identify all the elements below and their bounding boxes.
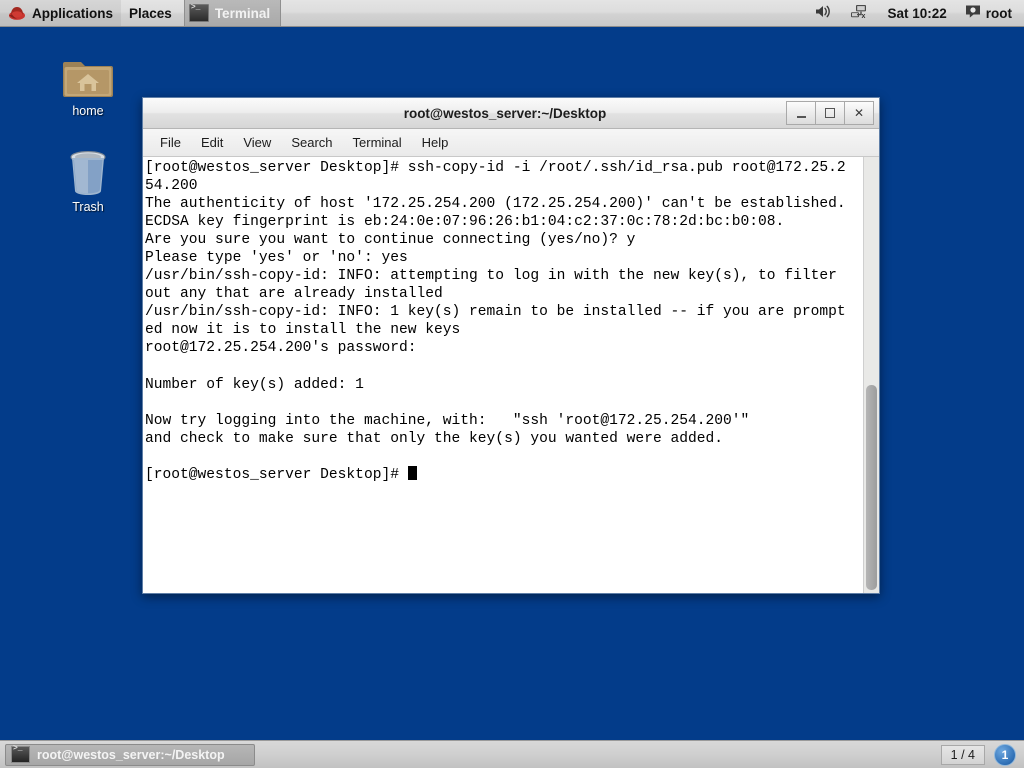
home-folder-icon	[45, 48, 131, 100]
bottom-panel: root@westos_server:~/Desktop 1 / 4 1	[0, 740, 1024, 768]
trash-can-icon	[45, 144, 131, 196]
panel-task-terminal[interactable]: Terminal	[183, 0, 282, 26]
volume-speaker-icon	[815, 4, 832, 22]
menu-view[interactable]: View	[234, 132, 280, 153]
desktop-icon-trash[interactable]: Trash	[45, 144, 131, 214]
applications-menu[interactable]: Applications	[0, 0, 122, 26]
terminal-scrollbar[interactable]	[863, 157, 879, 593]
menu-edit[interactable]: Edit	[192, 132, 232, 153]
workspace-count[interactable]: 1 / 4	[940, 744, 985, 765]
desktop-icon-home-label: home	[72, 104, 104, 118]
user-menu[interactable]: root	[961, 4, 1016, 22]
maximize-icon	[825, 108, 835, 118]
window-controls: ✕	[786, 101, 879, 125]
applications-menu-label: Applications	[32, 5, 114, 21]
panel-window-list: Terminal	[183, 0, 282, 26]
minimize-button[interactable]	[786, 101, 816, 125]
terminal-window: root@westos_server:~/Desktop ✕ File Edit…	[142, 97, 880, 594]
workspace-switcher: 1 / 4 1	[940, 743, 1024, 766]
desktop-icon-home[interactable]: home	[45, 48, 131, 118]
window-titlebar[interactable]: root@westos_server:~/Desktop ✕	[143, 98, 879, 129]
terminal-scrollbar-thumb[interactable]	[866, 385, 877, 590]
top-panel: Applications Places Terminal	[0, 0, 1024, 27]
user-menu-label: root	[985, 5, 1012, 21]
minimize-icon	[796, 115, 806, 118]
svg-text:x: x	[862, 13, 866, 19]
user-account-icon	[965, 4, 981, 22]
terminal-output[interactable]: [root@westos_server Desktop]# ssh-copy-i…	[143, 157, 863, 593]
network-disconnected-icon: x	[850, 4, 869, 22]
network-tray-item[interactable]: x	[846, 4, 873, 22]
clock-label: Sat 10:22	[887, 5, 947, 21]
workspace-badge[interactable]: 1	[994, 743, 1016, 766]
window-title: root@westos_server:~/Desktop	[403, 105, 607, 121]
menubar: File Edit View Search Terminal Help	[143, 129, 879, 157]
terminal-scrollback: [root@westos_server Desktop]# ssh-copy-i…	[145, 160, 846, 447]
volume-tray-item[interactable]	[811, 4, 836, 22]
places-menu[interactable]: Places	[121, 0, 180, 26]
redhat-logo-icon	[8, 5, 26, 21]
taskbar-item-terminal-label: root@westos_server:~/Desktop	[37, 747, 225, 762]
clock[interactable]: Sat 10:22	[883, 6, 950, 21]
panel-task-terminal-label: Terminal	[214, 5, 271, 21]
panel-spacer	[281, 0, 811, 26]
close-button[interactable]: ✕	[844, 101, 874, 125]
terminal-icon	[188, 3, 209, 22]
maximize-button[interactable]	[815, 101, 845, 125]
desktop-icon-trash-label: Trash	[72, 200, 104, 214]
menu-search[interactable]: Search	[282, 132, 341, 153]
terminal-icon	[11, 745, 30, 763]
terminal-body[interactable]: [root@westos_server Desktop]# ssh-copy-i…	[143, 157, 879, 593]
menu-terminal[interactable]: Terminal	[344, 132, 411, 153]
terminal-cursor	[407, 465, 417, 480]
system-tray: x Sat 10:22 root	[811, 0, 1024, 26]
close-icon: ✕	[853, 106, 865, 120]
menu-file[interactable]: File	[151, 132, 190, 153]
menu-help[interactable]: Help	[413, 132, 458, 153]
taskbar-item-terminal[interactable]: root@westos_server:~/Desktop	[5, 743, 255, 766]
terminal-prompt: [root@westos_server Desktop]#	[145, 466, 408, 483]
places-menu-label: Places	[129, 5, 172, 21]
